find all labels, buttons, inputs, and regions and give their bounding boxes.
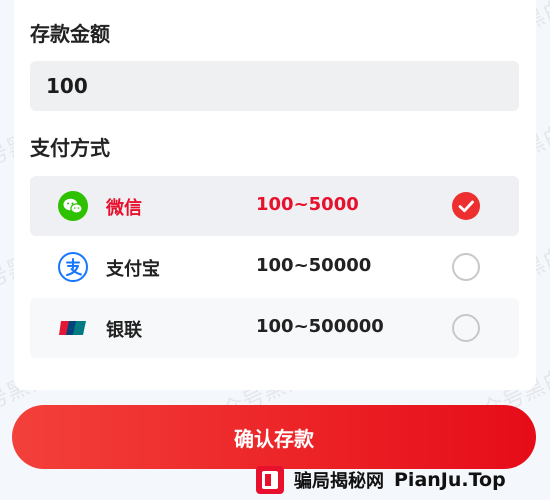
- method-name: 微信: [106, 198, 142, 219]
- radio-unchecked-icon[interactable]: [452, 314, 480, 342]
- payment-method-wechat[interactable]: 微信 100~5000: [30, 176, 519, 236]
- method-range: 100~50000: [256, 255, 372, 276]
- method-name: 支付宝: [106, 259, 160, 280]
- check-icon[interactable]: [452, 192, 480, 220]
- method-name: 银联: [106, 320, 142, 341]
- amount-label: 存款金额: [30, 22, 110, 46]
- footer-brand: 骗局揭秘网 PianJu.Top: [256, 466, 506, 494]
- confirm-deposit-button[interactable]: 确认存款: [12, 405, 536, 469]
- brand-site: PianJu.Top: [394, 469, 506, 491]
- payment-method-alipay[interactable]: 支付宝 100~50000: [30, 237, 519, 297]
- alipay-icon: [58, 252, 88, 282]
- unionpay-icon: [58, 313, 88, 343]
- wechat-icon: [58, 191, 88, 221]
- amount-input[interactable]: [30, 61, 519, 111]
- payment-method-unionpay[interactable]: 银联 100~500000: [30, 298, 519, 358]
- radio-unchecked-icon[interactable]: [452, 253, 480, 281]
- payment-method-label: 支付方式: [30, 136, 110, 160]
- method-range: 100~5000: [256, 194, 359, 215]
- method-range: 100~500000: [256, 316, 384, 337]
- brand-name: 骗局揭秘网: [294, 471, 384, 492]
- brand-logo-icon: [256, 466, 284, 494]
